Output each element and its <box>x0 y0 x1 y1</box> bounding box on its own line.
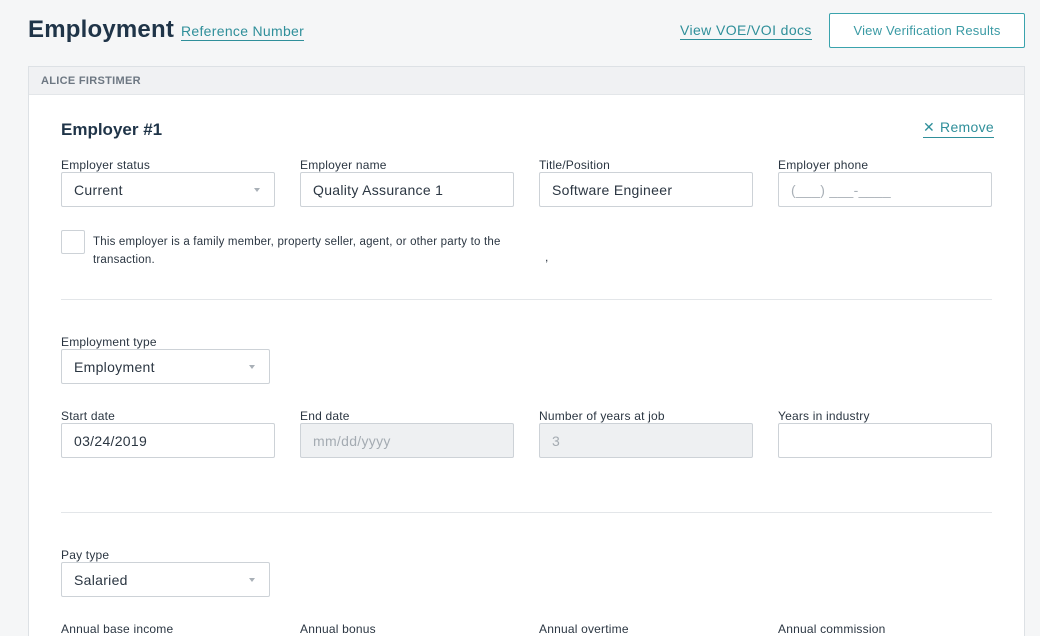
title-position-input[interactable]: Software Engineer <box>539 172 753 207</box>
pay-type-value: Salaried <box>74 571 128 588</box>
page-title: Employment <box>28 16 175 43</box>
employer-status-field: Employer status Current <box>61 158 275 207</box>
employer-name-label: Employer name <box>300 158 387 172</box>
annual-base-income-field: Annual base income <box>61 622 275 636</box>
page-header: Employment Reference Number View VOE/VOI… <box>0 0 1040 64</box>
years-in-industry-input[interactable] <box>778 423 992 458</box>
close-icon: ✕ <box>923 119 936 135</box>
family-member-checkbox[interactable] <box>61 230 85 254</box>
years-in-industry-field: Years in industry <box>778 409 992 458</box>
view-verification-results-button[interactable]: View Verification Results <box>829 13 1025 48</box>
annual-overtime-field: Annual overtime <box>539 622 753 636</box>
pay-type-field: Pay type Salaried <box>61 548 270 597</box>
end-date-field: End date mm/dd/yyyy <box>300 409 514 458</box>
annual-base-income-label: Annual base income <box>61 622 174 636</box>
employment-type-value: Employment <box>74 358 155 375</box>
annual-overtime-label: Annual overtime <box>539 622 629 636</box>
employer-name-field: Employer name Quality Assurance 1 <box>300 158 514 207</box>
employer-phone-input[interactable]: (___) ___-____ <box>778 172 992 207</box>
employment-type-select[interactable]: Employment <box>61 349 270 384</box>
pay-type-label: Pay type <box>61 548 110 562</box>
reference-number-link[interactable]: Reference Number <box>181 23 305 41</box>
pay-type-select[interactable]: Salaried <box>61 562 270 597</box>
employer-status-select[interactable]: Current <box>61 172 275 207</box>
employer-phone-label: Employer phone <box>778 158 869 172</box>
years-in-industry-label: Years in industry <box>778 409 870 423</box>
end-date-input[interactable]: mm/dd/yyyy <box>300 423 514 458</box>
remove-label: Remove <box>940 119 994 135</box>
employer-name-input[interactable]: Quality Assurance 1 <box>300 172 514 207</box>
annual-commission-label: Annual commission <box>778 622 886 636</box>
remove-employer-button[interactable]: ✕ Remove <box>923 119 994 138</box>
annual-bonus-label: Annual bonus <box>300 622 376 636</box>
employment-type-field: Employment type Employment <box>61 335 270 384</box>
section-divider <box>61 512 992 513</box>
start-date-input[interactable]: 03/24/2019 <box>61 423 275 458</box>
annual-bonus-field: Annual bonus <box>300 622 514 636</box>
employment-type-label: Employment type <box>61 335 157 349</box>
chevron-down-icon <box>249 365 255 369</box>
employer-phone-field: Employer phone (___) ___-____ <box>778 158 992 207</box>
section-divider <box>61 299 992 300</box>
title-position-field: Title/Position Software Engineer <box>539 158 753 207</box>
stray-text: , <box>545 250 549 264</box>
chevron-down-icon <box>254 188 260 192</box>
title-position-label: Title/Position <box>539 158 611 172</box>
family-member-checkbox-label: This employer is a family member, proper… <box>93 236 501 266</box>
employment-card: ALICE FIRSTIMER Employer #1 ✕ Remove Emp… <box>28 66 1025 636</box>
end-date-label: End date <box>300 409 350 423</box>
employer-status-value: Current <box>74 181 123 198</box>
years-at-job-label: Number of years at job <box>539 409 665 423</box>
employer-status-label: Employer status <box>61 158 151 172</box>
chevron-down-icon <box>249 578 255 582</box>
annual-commission-field: Annual commission <box>778 622 992 636</box>
borrower-name-header: ALICE FIRSTIMER <box>29 67 1024 95</box>
years-at-job-field: Number of years at job 3 <box>539 409 753 458</box>
start-date-field: Start date 03/24/2019 <box>61 409 275 458</box>
start-date-label: Start date <box>61 409 116 423</box>
view-voe-voi-docs-link[interactable]: View VOE/VOI docs <box>680 22 812 40</box>
employer-title: Employer #1 <box>61 120 163 139</box>
years-at-job-input[interactable]: 3 <box>539 423 753 458</box>
